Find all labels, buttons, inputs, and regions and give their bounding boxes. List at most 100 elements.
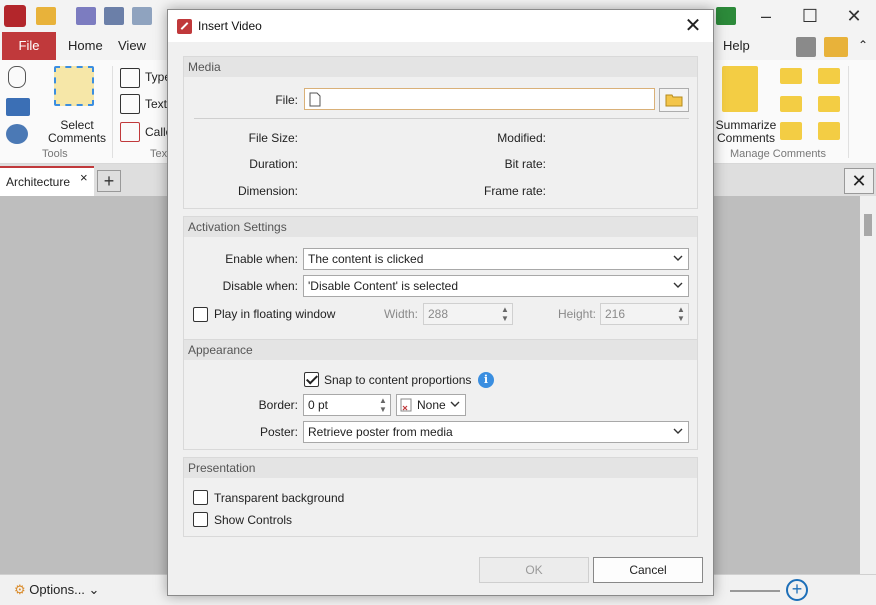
poster-label: Poster:: [259, 425, 298, 439]
enable-when-label: Enable when:: [225, 252, 298, 266]
chevron-down-icon: [673, 282, 683, 288]
play-floating-label: Play in floating window: [214, 307, 336, 321]
tab-view[interactable]: View: [118, 32, 146, 60]
doc-tab-architecture[interactable]: Architecture ×: [0, 166, 94, 196]
save-icon[interactable]: [76, 7, 96, 25]
info-icon[interactable]: i: [478, 372, 494, 388]
import-comments-icon[interactable]: [780, 68, 802, 84]
file-input[interactable]: [304, 88, 655, 110]
chevron-down-icon: [673, 428, 683, 434]
options-button[interactable]: ⚙ Options... ⌄: [14, 582, 99, 598]
activation-section: Activation Settings Enable when: The con…: [183, 216, 698, 340]
close-window-icon[interactable]: ✕: [834, 4, 874, 28]
modified-label: Modified:: [497, 131, 546, 145]
comment-list-icon[interactable]: [818, 96, 840, 112]
height-label: Height:: [557, 307, 596, 321]
transparent-background-label: Transparent background: [214, 491, 345, 505]
show-controls-checkbox[interactable]: [193, 512, 208, 527]
close-tab-icon[interactable]: ×: [80, 170, 88, 185]
group-tools-label: Tools: [42, 148, 68, 160]
cancel-button[interactable]: Cancel: [593, 557, 703, 583]
file-size-label: File Size:: [248, 131, 298, 145]
close-document-button[interactable]: ✕: [844, 168, 874, 194]
no-border-icon: [400, 398, 412, 412]
duration-label: Duration:: [249, 157, 298, 171]
callout-icon[interactable]: [120, 122, 140, 142]
dialog-titlebar: Insert Video ✕: [168, 10, 713, 42]
insert-video-dialog: Insert Video ✕ Media File: File Size: Du…: [167, 9, 714, 596]
width-input[interactable]: 288 ▲ ▼: [423, 303, 513, 325]
media-section: Media File: File Size: Duration: Dimensi…: [183, 56, 698, 209]
appearance-section-header: Appearance: [184, 340, 697, 360]
browse-file-button[interactable]: [659, 88, 689, 112]
border-style-select[interactable]: None: [396, 394, 466, 416]
appearance-section: Appearance Snap to content proportions i…: [183, 339, 698, 450]
snap-proportions-checkbox[interactable]: [304, 372, 319, 387]
dialog-close-icon[interactable]: ✕: [681, 14, 705, 38]
chevron-down-icon: [673, 255, 683, 261]
zoom-icon[interactable]: [6, 124, 28, 144]
border-width-input[interactable]: 0 pt ▲ ▼: [303, 394, 391, 416]
maximize-icon[interactable]: ☐: [790, 4, 830, 28]
summarize-comments-label[interactable]: Summarize Comments: [714, 119, 778, 145]
select-text-icon[interactable]: [6, 98, 30, 116]
tab-file[interactable]: File: [2, 32, 56, 60]
height-input[interactable]: 216 ▲ ▼: [600, 303, 689, 325]
presentation-section: Presentation Transparent background Show…: [183, 457, 698, 537]
export-comments-icon[interactable]: [780, 96, 802, 112]
bit-rate-label: Bit rate:: [504, 157, 546, 171]
play-floating-checkbox[interactable]: [193, 307, 208, 322]
dimension-label: Dimension:: [237, 184, 298, 198]
fit-page-icon[interactable]: [716, 7, 736, 25]
new-tab-button[interactable]: +: [97, 170, 121, 192]
border-width-spinner[interactable]: ▲ ▼: [377, 396, 389, 414]
email-icon[interactable]: [132, 7, 152, 25]
transparent-background-checkbox[interactable]: [193, 490, 208, 505]
file-label: File:: [275, 93, 298, 107]
media-divider: [194, 118, 689, 119]
dialog-title: Insert Video: [198, 19, 262, 33]
print-icon[interactable]: [104, 7, 124, 25]
textbox-icon[interactable]: [120, 94, 140, 114]
tab-help[interactable]: Help: [723, 32, 750, 60]
border-label: Border:: [258, 398, 298, 412]
width-spinner[interactable]: ▲ ▼: [499, 305, 511, 323]
group-text-label: Tex: [150, 148, 168, 160]
vertical-scrollbar[interactable]: [860, 196, 876, 574]
textbox-label[interactable]: Text: [145, 98, 167, 111]
hand-icon[interactable]: [8, 66, 26, 88]
comment-note-icon[interactable]: [818, 68, 840, 84]
browse-folder-icon: [665, 94, 683, 107]
summarize-comments-icon[interactable]: [722, 66, 758, 112]
show-controls-label: Show Controls: [214, 513, 293, 527]
minimize-icon[interactable]: –: [746, 4, 786, 28]
select-comments-icon[interactable]: [54, 66, 94, 106]
ok-button[interactable]: OK: [479, 557, 589, 583]
group-manage-comments-label: Manage Comments: [730, 148, 826, 160]
collapse-ribbon-icon[interactable]: ⌃: [858, 38, 868, 52]
snap-proportions-label: Snap to content proportions: [324, 373, 472, 387]
open-folder-icon[interactable]: [36, 7, 56, 25]
media-section-header: Media: [184, 57, 697, 77]
typewriter-icon[interactable]: [120, 68, 140, 88]
document-search-icon[interactable]: [796, 37, 816, 57]
select-comments-label[interactable]: Select Comments: [44, 119, 110, 145]
presentation-section-header: Presentation: [184, 458, 697, 478]
disable-when-select[interactable]: 'Disable Content' is selected: [303, 275, 689, 297]
dialog-app-icon: [177, 19, 192, 34]
flatten-comments-icon[interactable]: [818, 122, 840, 140]
tab-home[interactable]: Home: [68, 32, 103, 60]
folder-search-icon[interactable]: [824, 37, 848, 57]
enable-when-select[interactable]: The content is clicked: [303, 248, 689, 270]
doc-tab-label: Architecture: [6, 175, 71, 189]
width-label: Width:: [383, 307, 418, 321]
disable-when-label: Disable when:: [222, 279, 298, 293]
height-spinner[interactable]: ▲ ▼: [675, 305, 687, 323]
zoom-slider[interactable]: [730, 590, 780, 592]
activation-section-header: Activation Settings: [184, 217, 697, 237]
zoom-in-button[interactable]: +: [786, 579, 808, 601]
show-comments-icon[interactable]: [780, 122, 802, 140]
poster-select[interactable]: Retrieve poster from media: [303, 421, 689, 443]
chevron-down-icon: [450, 401, 460, 407]
frame-rate-label: Frame rate:: [483, 184, 546, 198]
